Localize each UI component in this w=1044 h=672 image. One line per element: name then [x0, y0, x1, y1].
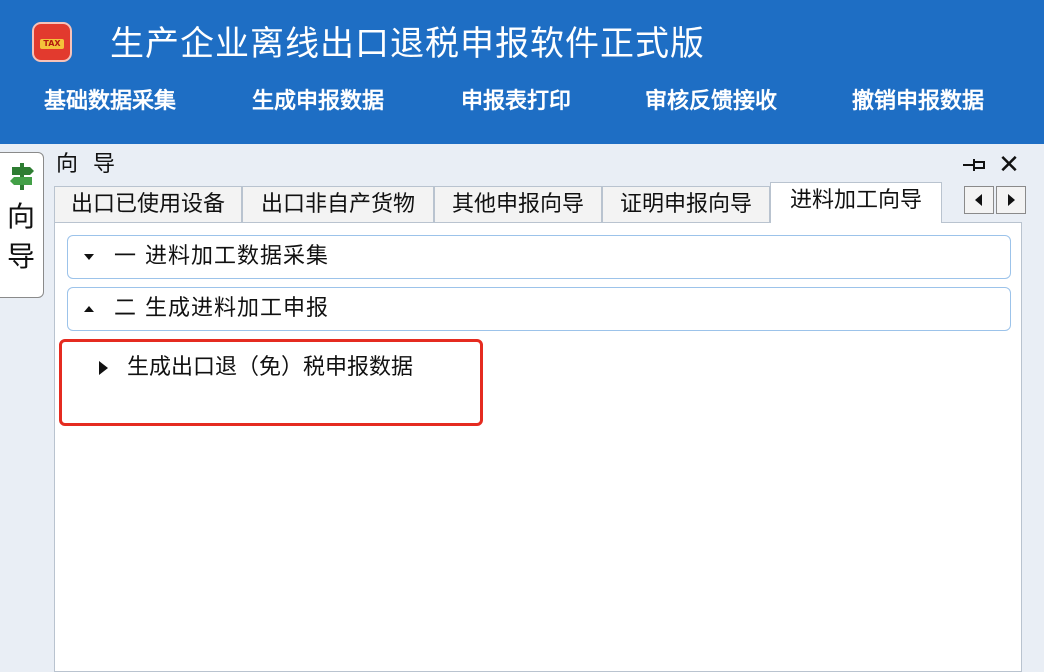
side-tab-char-2: 导 [6, 240, 35, 273]
section-processing-data-collection[interactable]: 一 进料加工数据采集 [67, 235, 1011, 279]
menu-basic-data-collection[interactable]: 基础数据采集 [44, 80, 176, 128]
tab-scroll-left-button[interactable] [964, 186, 994, 214]
chevron-up-icon [84, 306, 94, 312]
menu-generate-declaration-data[interactable]: 生成申报数据 [252, 80, 384, 128]
chevron-down-icon [84, 254, 94, 260]
menu-bar: 基础数据采集 生成申报数据 申报表打印 审核反馈接收 撤销申报数据 [0, 80, 1044, 128]
task-label: 生成出口退（免）税申报数据 [127, 355, 414, 380]
triangle-right-icon [99, 361, 108, 375]
tax-icon-text: TAX [43, 39, 61, 48]
side-tab-label: 向 导 [0, 197, 42, 277]
tab-certificate-declaration-guide[interactable]: 证明申报向导 [602, 186, 770, 222]
title-bar: TAX 生产企业离线出口退税申报软件正式版 基础数据采集 生成申报数据 申报表打… [0, 0, 1044, 144]
caret-right-icon [1008, 194, 1015, 206]
menu-print-declaration-form[interactable]: 申报表打印 [461, 80, 571, 128]
menu-cancel-declaration-data[interactable]: 撤销申报数据 [852, 80, 984, 128]
section-label: 二 生成进料加工申报 [114, 296, 329, 321]
section-generate-processing-declaration[interactable]: 二 生成进料加工申报 [67, 287, 1011, 331]
pin-icon[interactable] [963, 156, 987, 174]
caret-left-icon [975, 194, 982, 206]
tab-scroll-right-button[interactable] [996, 186, 1026, 214]
panel-header: 向 导 ✕ [48, 148, 1044, 182]
guide-content-panel: 一 进料加工数据采集 二 生成进料加工申报 生成出口退（免）税申报数据 [54, 222, 1022, 672]
tax-icon: TAX [32, 22, 72, 62]
panel-title: 向 导 [56, 152, 119, 177]
guide-tabstrip: 出口已使用设备 出口非自产货物 其他申报向导 证明申报向导 进料加工向导 [54, 182, 1044, 223]
tab-other-declaration-guide[interactable]: 其他申报向导 [434, 186, 602, 222]
section-label: 一 进料加工数据采集 [114, 244, 329, 269]
app-title: 生产企业离线出口退税申报软件正式版 [110, 24, 705, 64]
tab-processing-imported-materials-guide[interactable]: 进料加工向导 [770, 182, 942, 223]
close-icon[interactable]: ✕ [998, 150, 1020, 180]
signpost-icon [10, 163, 34, 190]
side-tab-char-1: 向 [6, 200, 35, 233]
tab-exported-used-equipment[interactable]: 出口已使用设备 [54, 186, 242, 222]
side-tab-guide[interactable]: 向 导 [0, 152, 44, 298]
task-generate-export-refund-declaration-data[interactable]: 生成出口退（免）税申报数据 [73, 347, 473, 389]
menu-review-feedback-receive[interactable]: 审核反馈接收 [645, 80, 777, 128]
tab-exported-non-self-produced-goods[interactable]: 出口非自产货物 [242, 186, 434, 222]
